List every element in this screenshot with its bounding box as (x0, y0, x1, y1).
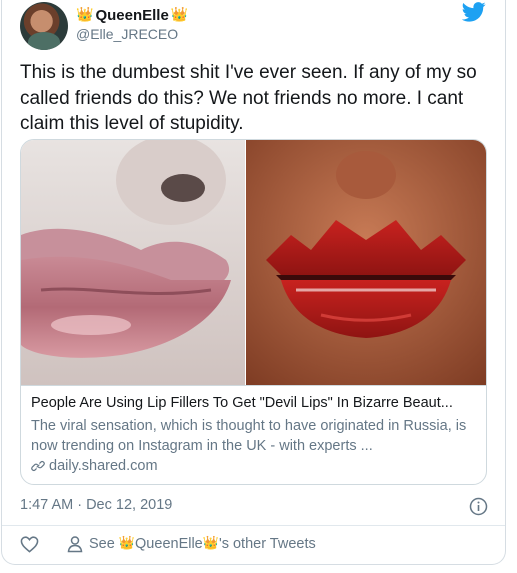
display-name-row[interactable]: 👑 QueenElle 👑 (76, 4, 188, 26)
info-icon[interactable] (469, 497, 488, 516)
see-other-tweets-link[interactable]: See 👑 QueenElle 👑's other Tweets (66, 535, 316, 553)
user-handle[interactable]: @Elle_JRECEO (76, 26, 178, 42)
link-icon (31, 461, 45, 471)
person-icon (67, 536, 83, 553)
heart-icon[interactable] (20, 535, 39, 554)
crown-emoji-right: 👑 (170, 7, 189, 23)
link-preview-card[interactable]: People Are Using Lip Fillers To Get "Dev… (20, 139, 487, 485)
tweet-text: This is the dumbest shit I've ever seen.… (20, 62, 477, 134)
crown-emoji-right: 👑 (202, 536, 219, 551)
link-domain: daily.shared.com (49, 458, 158, 474)
link-description[interactable]: The viral sensation, which is thought to… (31, 417, 479, 456)
tweet-card: 👑 QueenElle 👑 @Elle_JRECEO This is the d… (1, 0, 506, 565)
footer-display-name: QueenElle (135, 536, 203, 552)
crown-emoji-left: 👑 (118, 536, 136, 551)
link-card-divider (21, 385, 486, 386)
tweet-timestamp[interactable]: 1:47 AM · Dec 12, 2019 (20, 497, 172, 513)
see-other-tweets-label[interactable]: See 👑 QueenElle 👑's other Tweets (89, 536, 316, 552)
link-domain-row[interactable]: daily.shared.com (31, 458, 158, 474)
link-title[interactable]: People Are Using Lip Fillers To Get "Dev… (31, 395, 479, 411)
see-label: See (89, 536, 115, 552)
crown-emoji-left: 👑 (76, 7, 94, 23)
display-name[interactable]: QueenElle (95, 7, 168, 24)
other-tweets-label: 's other Tweets (218, 536, 316, 552)
link-preview-image[interactable] (21, 140, 486, 385)
twitter-bird-icon[interactable] (462, 2, 486, 22)
avatar[interactable] (20, 2, 68, 50)
footer-divider (2, 525, 505, 526)
